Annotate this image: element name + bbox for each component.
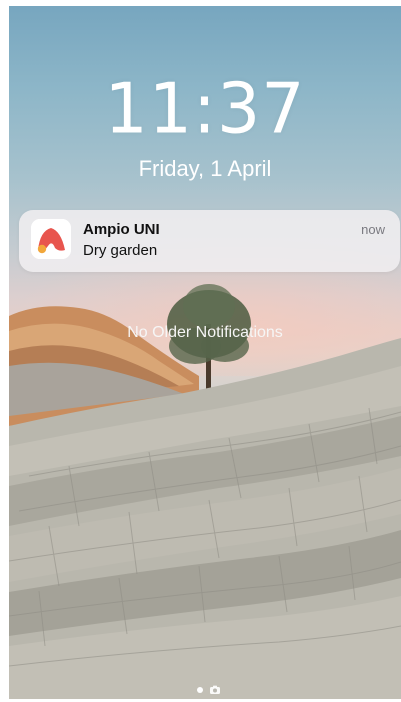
page-dot-icon (197, 687, 203, 693)
clock-date: Friday, 1 April (138, 156, 272, 181)
lock-screen: 11:37 Friday, 1 April Ampio UNI Dry gard… (9, 6, 401, 699)
no-older-notifications-label: No Older Notifications (127, 324, 283, 341)
notification-time: now (361, 222, 385, 237)
camera-icon[interactable] (209, 684, 221, 696)
ampio-app-icon (31, 219, 71, 259)
notification-message: Dry garden (83, 242, 158, 259)
page-indicator (195, 684, 235, 696)
notification-card[interactable]: Ampio UNI Dry garden now (19, 210, 400, 272)
clock-time: 11:37 (104, 69, 306, 150)
device-frame: 11:37 Friday, 1 April Ampio UNI Dry gard… (0, 0, 401, 702)
notification-app-name: Ampio UNI (83, 221, 160, 238)
